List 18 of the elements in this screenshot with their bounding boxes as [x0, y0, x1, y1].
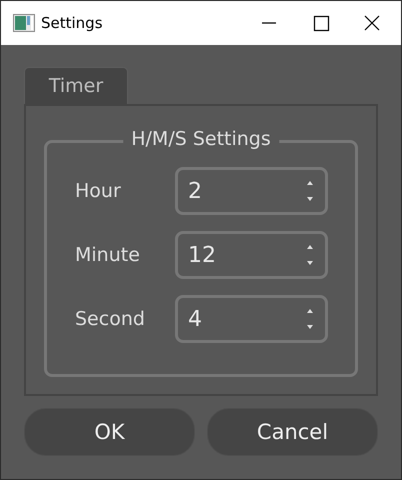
up-arrow-icon[interactable]	[307, 245, 313, 249]
field-label: Hour	[75, 180, 122, 202]
down-arrow-icon[interactable]	[307, 261, 313, 265]
spin-box[interactable]: 4	[175, 295, 328, 343]
field-label: Second	[75, 308, 146, 330]
app-icon	[13, 14, 35, 32]
tab[interactable]: Timer	[24, 67, 128, 104]
group-title: H/M/S Settings	[123, 128, 279, 150]
spin-box[interactable]: 12	[175, 231, 328, 279]
down-arrow-icon[interactable]	[307, 325, 313, 329]
spin-box[interactable]: 2	[175, 167, 328, 215]
field-label: Minute	[75, 244, 141, 266]
dialog-button[interactable]: OK	[24, 408, 195, 456]
up-arrow-icon[interactable]	[307, 181, 313, 185]
up-arrow-icon[interactable]	[307, 309, 313, 313]
window-title: Settings	[41, 14, 104, 32]
down-arrow-icon[interactable]	[307, 197, 313, 201]
dialog-button[interactable]: Cancel	[207, 408, 378, 456]
